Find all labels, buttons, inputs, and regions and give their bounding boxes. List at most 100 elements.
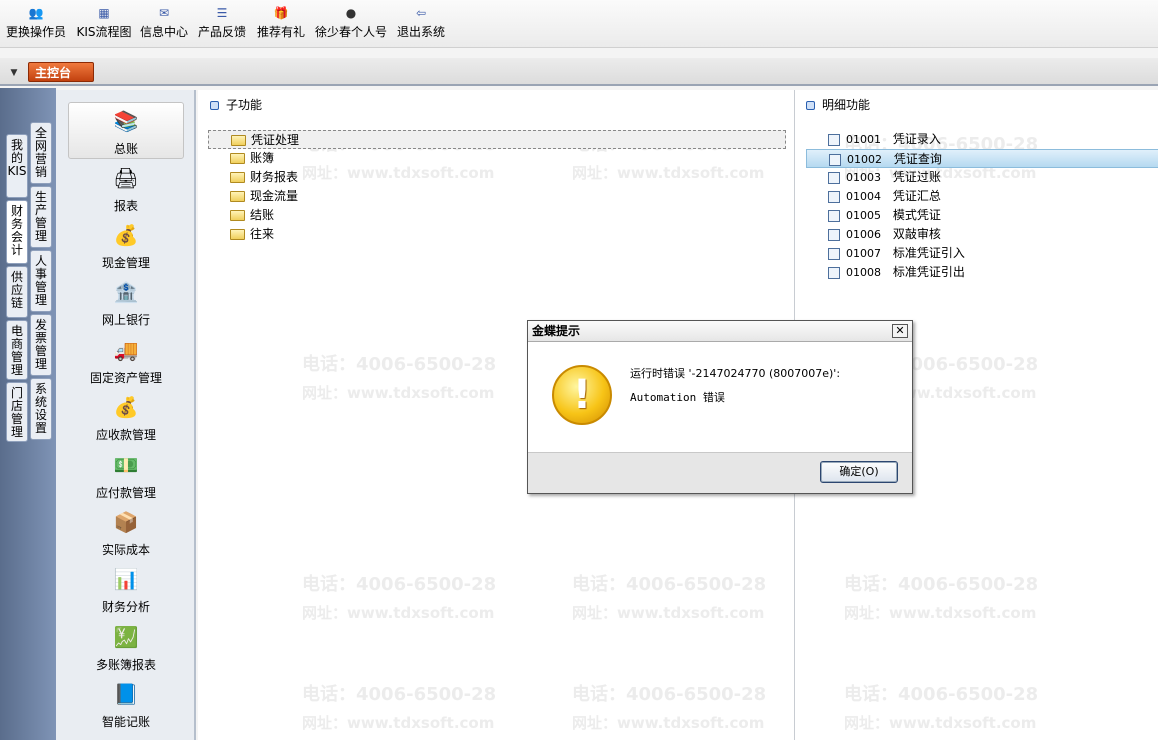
exit-system-button[interactable]: ⇦ 退出系统	[394, 4, 448, 46]
watermark-phone: 电话：4006-6500-28	[844, 574, 1039, 595]
info-center-button[interactable]: ✉ 信息中心	[138, 4, 190, 46]
vtab-production[interactable]: 生产管理	[30, 186, 52, 248]
detail-name: 标准凭证引出	[892, 265, 965, 279]
folder-icon	[231, 135, 246, 146]
tab-strip: ▼ 主控台	[0, 58, 1158, 86]
module-label: 应付款管理	[95, 486, 156, 500]
tree-item-books[interactable]: 账簿	[208, 149, 786, 168]
detail-item[interactable]: 01001 凭证录入	[806, 130, 1158, 149]
module-label: 总账	[113, 142, 138, 156]
section-title: 子功能	[226, 98, 263, 112]
kis-flowchart-button[interactable]: ▦ KIS流程图	[74, 4, 134, 46]
detail-item[interactable]: 01004 凭证汇总	[806, 187, 1158, 206]
folder-icon	[230, 229, 245, 240]
module-label: 应收款管理	[95, 428, 156, 442]
module-label: 现金管理	[101, 256, 150, 270]
tab-main-console[interactable]: 主控台	[28, 62, 94, 82]
detail-item[interactable]: 01007 标准凭证引入	[806, 244, 1158, 263]
detail-code: 01005	[846, 209, 881, 222]
detail-item[interactable]: 01003 凭证过账	[806, 168, 1158, 187]
tree-item-transactions[interactable]: 往来	[208, 225, 786, 244]
chevron-down-icon[interactable]: ▼	[6, 66, 22, 80]
module-label: 报表	[113, 199, 138, 213]
tree-item-cash-flow[interactable]: 现金流量	[208, 187, 786, 206]
product-feedback-button[interactable]: ☰ 产品反馈	[196, 4, 248, 46]
detail-item[interactable]: 01008 标准凭证引出	[806, 263, 1158, 282]
module-label: 财务分析	[101, 600, 150, 614]
change-user-icon: 👥	[28, 6, 44, 20]
change-operator-button[interactable]: 👥 更换操作员	[4, 4, 68, 46]
document-icon	[828, 248, 840, 260]
detail-item[interactable]: 01006 双敲审核	[806, 225, 1158, 244]
module-panel: 📚 总账 🖨 报表 💰 现金管理 🏦 网上银行 🚚 固定资产管理 💰 应收款管理…	[56, 90, 196, 740]
tree-item-label: 现金流量	[250, 189, 299, 203]
sub-function-header: 子功能	[198, 90, 794, 120]
module-fixed-assets[interactable]: 🚚 固定资产管理	[68, 332, 184, 389]
detail-name: 凭证查询	[893, 152, 942, 166]
error-dialog: 金蝶提示 ✕ ! 运行时错误 '-2147024770 (8007007e)':…	[527, 320, 913, 494]
bank-icon: 🏦	[113, 280, 139, 304]
module-cash[interactable]: 💰 现金管理	[68, 217, 184, 274]
close-icon[interactable]: ✕	[892, 324, 908, 338]
tree-item-label: 结账	[250, 208, 275, 222]
detail-item[interactable]: 01005 模式凭证	[806, 206, 1158, 225]
detail-code: 01006	[846, 228, 881, 241]
error-detail: Automation 错误	[630, 391, 725, 404]
detail-function-header: 明细功能	[794, 90, 1158, 120]
detail-name: 凭证汇总	[892, 189, 941, 203]
document-icon	[828, 191, 840, 203]
vtab-ecommerce[interactable]: 电商管理	[6, 320, 28, 380]
vtab-my-kis[interactable]: 我的KIS	[6, 134, 28, 198]
detail-name: 凭证录入	[892, 132, 941, 146]
ok-button[interactable]: 确定(O)	[820, 461, 898, 483]
module-financial-analysis[interactable]: 📊 财务分析	[68, 561, 184, 618]
watermark-phone: 电话：4006-6500-28	[302, 684, 497, 705]
document-icon	[828, 134, 840, 146]
module-actual-cost[interactable]: 📦 实际成本	[68, 504, 184, 561]
detail-item-selected[interactable]: 01002 凭证查询	[806, 149, 1158, 168]
module-general-ledger[interactable]: 📚 总账	[68, 102, 184, 159]
toolbar-label: 推荐有礼	[256, 25, 305, 39]
vtab-finance[interactable]: 财务会计	[6, 200, 28, 264]
feedback-icon: ☰	[216, 6, 228, 20]
vtab-system-settings[interactable]: 系统设置	[30, 378, 52, 440]
folder-icon	[230, 172, 245, 183]
main-toolbar: 👥 更换操作员 ▦ KIS流程图 ✉ 信息中心 ☰ 产品反馈 🎁 推荐有礼 ● …	[0, 0, 1158, 48]
toolbar-label: KIS流程图	[76, 25, 132, 39]
module-multi-ledger[interactable]: 💹 多账簿报表	[68, 619, 184, 676]
detail-code: 01007	[846, 247, 881, 260]
vtab-network-marketing[interactable]: 全网营销	[30, 122, 52, 184]
watermark-phone: 电话：4006-6500-28	[302, 574, 497, 595]
xu-personal-account-button[interactable]: ● 徐少春个人号	[312, 4, 390, 46]
watermark-site: 网址：www.tdxsoft.com	[844, 714, 1037, 732]
error-message: 运行时错误 '-2147024770 (8007007e)':	[630, 367, 841, 380]
tree-item-label: 财务报表	[250, 170, 299, 184]
category-sidebar: 我的KIS 财务会计 供应链 电商管理 门店管理 全网营销 生产管理 人事管理 …	[0, 88, 56, 740]
vtab-hr[interactable]: 人事管理	[30, 250, 52, 312]
vtab-invoice[interactable]: 发票管理	[30, 314, 52, 376]
section-square-icon	[210, 101, 219, 110]
module-online-bank[interactable]: 🏦 网上银行	[68, 274, 184, 331]
vtab-store[interactable]: 门店管理	[6, 382, 28, 442]
module-report[interactable]: 🖨 报表	[68, 160, 184, 217]
detail-name: 模式凭证	[892, 208, 941, 222]
tree-item-financial-reports[interactable]: 财务报表	[208, 168, 786, 187]
section-square-icon	[806, 101, 815, 110]
gift-icon: 🎁	[273, 6, 289, 20]
detail-code: 01002	[847, 153, 882, 166]
document-icon	[829, 154, 841, 166]
tree-item-voucher[interactable]: 凭证处理	[208, 130, 786, 149]
tree-item-closing[interactable]: 结账	[208, 206, 786, 225]
detail-name: 凭证过账	[892, 170, 941, 184]
recommend-gift-button[interactable]: 🎁 推荐有礼	[254, 4, 308, 46]
watermark-phone: 电话：4006-6500-28	[844, 684, 1039, 705]
module-receivables[interactable]: 💰 应收款管理	[68, 389, 184, 446]
module-label: 网上银行	[101, 313, 150, 327]
truck-icon: 🚚	[113, 338, 139, 362]
module-label: 固定资产管理	[89, 371, 162, 385]
module-payables[interactable]: 💵 应付款管理	[68, 447, 184, 504]
module-smart-bookkeeping[interactable]: 📘 智能记账	[68, 676, 184, 733]
message-icon: ✉	[158, 6, 170, 20]
vtab-supply-chain[interactable]: 供应链	[6, 266, 28, 318]
watermark-site: 网址：www.tdxsoft.com	[572, 714, 765, 732]
